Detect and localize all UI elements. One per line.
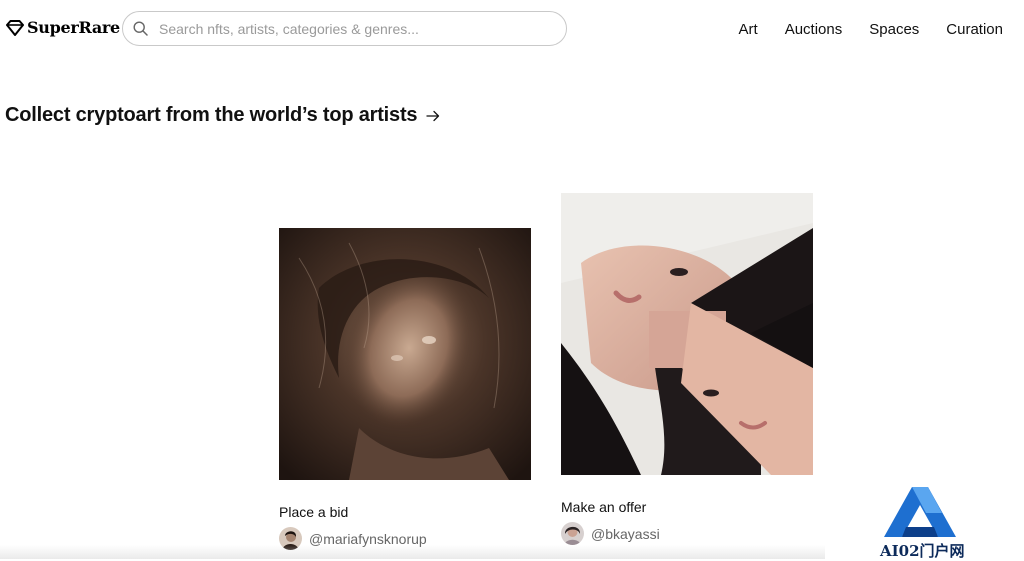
artist-link[interactable]: @bkayassi bbox=[561, 522, 813, 545]
superrare-logo[interactable]: SuperRare bbox=[6, 18, 120, 37]
page-headline: Collect cryptoart from the world’s top a… bbox=[5, 104, 418, 126]
avatar bbox=[561, 522, 584, 545]
nav-link-curation[interactable]: Curation bbox=[946, 21, 1003, 38]
watermark-logo: AI02门户网 bbox=[876, 485, 976, 560]
artwork-image[interactable] bbox=[561, 193, 813, 475]
artwork-card: Place a bid @mariafynsknorup bbox=[279, 228, 531, 550]
nav-link-spaces[interactable]: Spaces bbox=[869, 21, 919, 38]
search-input[interactable] bbox=[157, 19, 541, 38]
artwork-card: Make an offer @bkayassi bbox=[561, 193, 813, 545]
watermark-a-icon bbox=[884, 487, 956, 537]
nav-link-art[interactable]: Art bbox=[739, 21, 758, 38]
main-nav: Art Auctions Spaces Curation bbox=[739, 21, 1003, 38]
bottom-shadow bbox=[0, 545, 825, 559]
arrow-right-icon bbox=[426, 110, 440, 121]
artwork-image[interactable] bbox=[279, 228, 531, 480]
nav-link-auctions[interactable]: Auctions bbox=[785, 21, 843, 38]
diamond-logo-icon bbox=[6, 19, 24, 36]
artist-handle: @bkayassi bbox=[591, 525, 660, 542]
search-icon bbox=[133, 21, 148, 36]
brand-name: SuperRare bbox=[27, 18, 120, 37]
watermark-text: AI02门户网 bbox=[880, 542, 965, 560]
make-offer-label[interactable]: Make an offer bbox=[561, 499, 813, 515]
collect-headline-link[interactable]: Collect cryptoart from the world’s top a… bbox=[5, 104, 440, 127]
place-bid-label[interactable]: Place a bid bbox=[279, 504, 531, 520]
search-bar[interactable] bbox=[122, 11, 567, 46]
